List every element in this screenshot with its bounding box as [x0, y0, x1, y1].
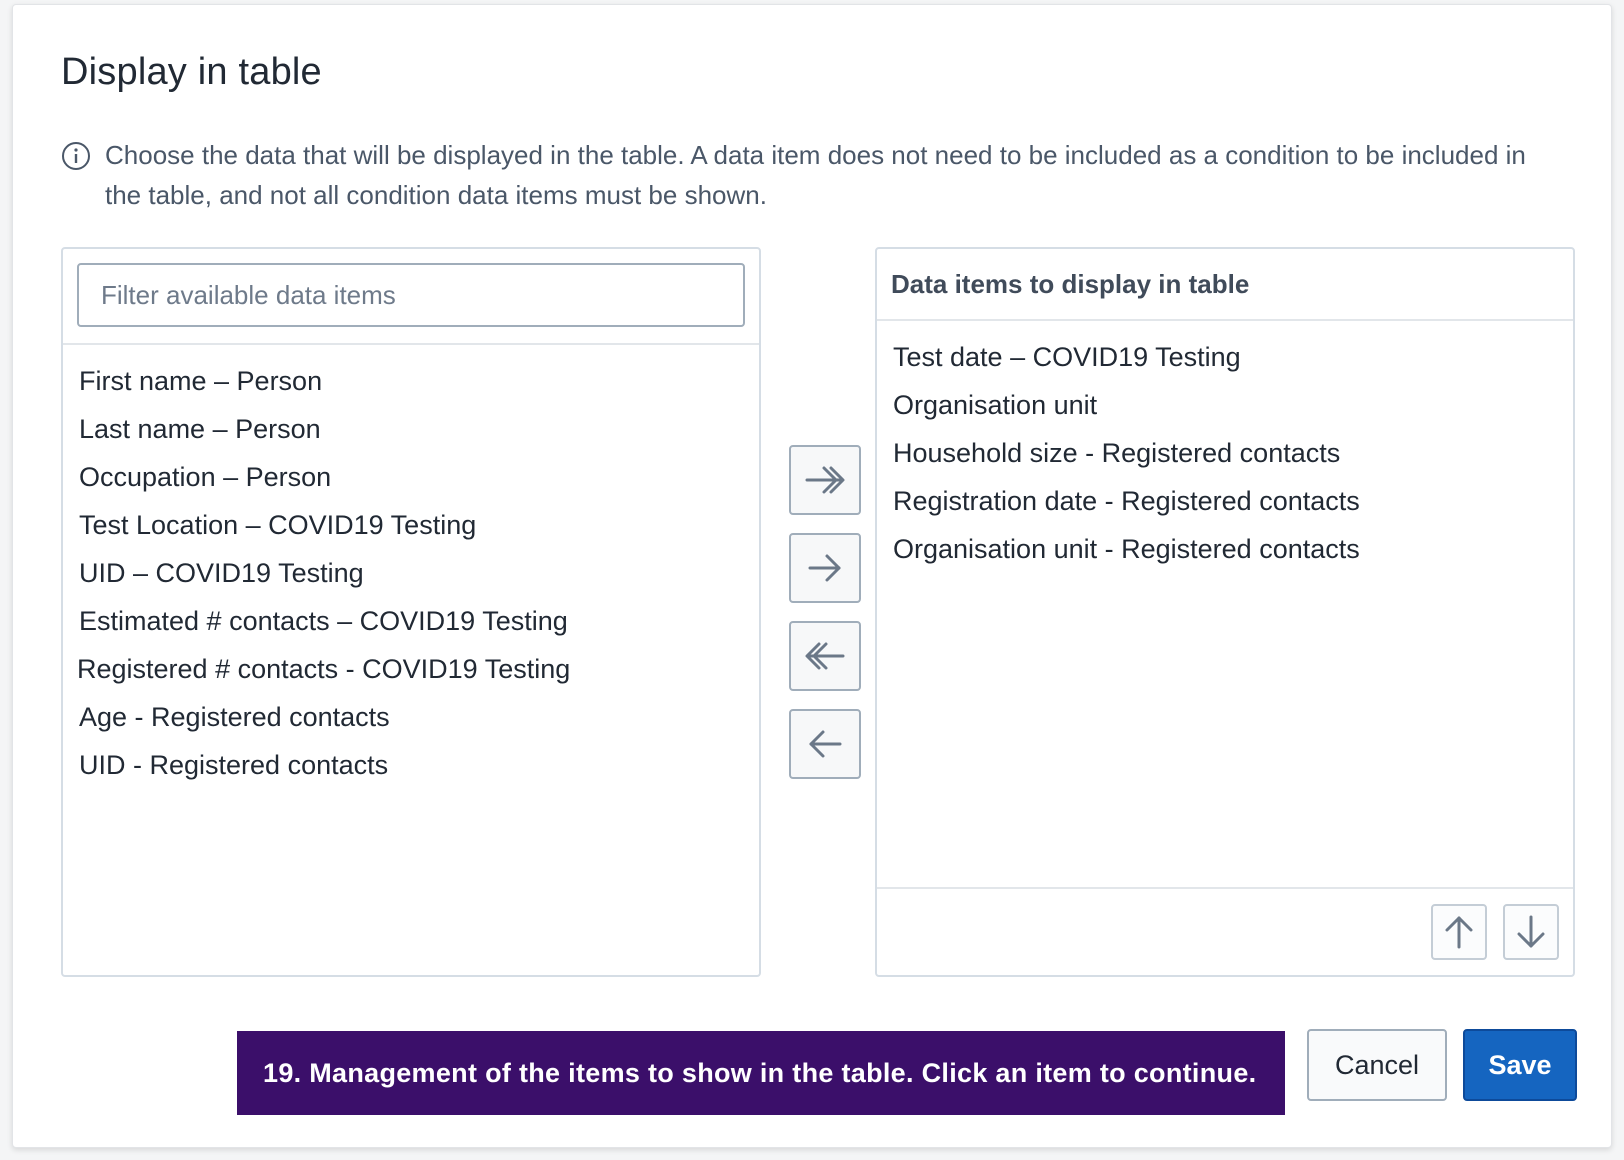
- save-button[interactable]: Save: [1463, 1029, 1577, 1101]
- available-items-panel: First name – Person Last name – Person O…: [61, 247, 761, 977]
- available-items-list: First name – Person Last name – Person O…: [63, 345, 759, 801]
- arrow-right-icon: [808, 554, 841, 582]
- double-arrow-right-icon: [805, 466, 845, 494]
- info-icon: [62, 142, 90, 170]
- move-up-button[interactable]: [1431, 904, 1487, 960]
- arrow-up-icon: [1445, 916, 1473, 949]
- tutorial-tooltip: 19. Management of the items to show in t…: [237, 1031, 1285, 1115]
- selected-item[interactable]: Organisation unit - Registered contacts: [893, 525, 1557, 573]
- arrow-down-icon: [1517, 915, 1545, 948]
- selected-items-list: Test date – COVID19 Testing Organisation…: [877, 321, 1573, 887]
- help-notice: Choose the data that will be displayed i…: [61, 135, 1531, 215]
- available-item[interactable]: First name – Person: [79, 357, 743, 405]
- transfer-buttons: [789, 445, 861, 779]
- selected-item[interactable]: Test date – COVID19 Testing: [893, 333, 1557, 381]
- available-item[interactable]: Registered # contacts - COVID19 Testing: [77, 645, 743, 693]
- available-item[interactable]: Last name – Person: [79, 405, 743, 453]
- filter-input[interactable]: [77, 263, 745, 327]
- move-all-left-button[interactable]: [789, 621, 861, 691]
- move-down-button[interactable]: [1503, 904, 1559, 960]
- available-item[interactable]: UID – COVID19 Testing: [79, 549, 743, 597]
- selected-items-panel: Data items to display in table Test date…: [875, 247, 1575, 977]
- display-in-table-dialog: Display in table Choose the data that wi…: [12, 4, 1612, 1148]
- move-left-button[interactable]: [789, 709, 861, 779]
- reorder-toolbar: [877, 887, 1573, 975]
- dialog-title: Display in table: [61, 51, 322, 93]
- selected-item[interactable]: Household size - Registered contacts: [893, 429, 1557, 477]
- available-item[interactable]: Test Location – COVID19 Testing: [79, 501, 743, 549]
- filter-wrapper: [63, 249, 759, 345]
- help-text: Choose the data that will be displayed i…: [105, 140, 1526, 210]
- selected-item[interactable]: Organisation unit: [893, 381, 1557, 429]
- cancel-button[interactable]: Cancel: [1307, 1029, 1447, 1101]
- double-arrow-left-icon: [805, 642, 845, 670]
- available-item[interactable]: Age - Registered contacts: [79, 693, 743, 741]
- selected-items-header: Data items to display in table: [877, 249, 1573, 321]
- available-item[interactable]: Estimated # contacts – COVID19 Testing: [79, 597, 743, 645]
- available-item[interactable]: UID - Registered contacts: [79, 741, 743, 789]
- selected-item[interactable]: Registration date - Registered contacts: [893, 477, 1557, 525]
- available-item[interactable]: Occupation – Person: [79, 453, 743, 501]
- arrow-left-icon: [809, 730, 842, 758]
- move-right-button[interactable]: [789, 533, 861, 603]
- move-all-right-button[interactable]: [789, 445, 861, 515]
